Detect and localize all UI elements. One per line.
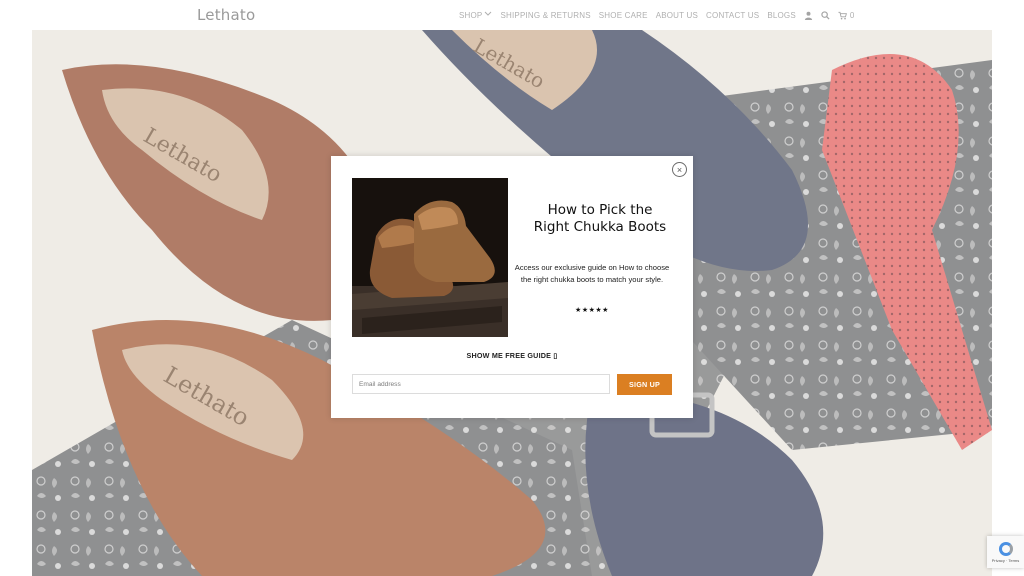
- chukka-boots-image: [352, 178, 508, 337]
- cart-button[interactable]: 0: [838, 11, 855, 20]
- main-nav: SHOP SHIPPING & RETURNS SHOE CARE ABOUT …: [459, 0, 855, 30]
- close-icon[interactable]: ×: [672, 162, 687, 177]
- nav-item-contact[interactable]: CONTACT US: [706, 11, 759, 20]
- nav-item-about[interactable]: ABOUT US: [656, 11, 698, 20]
- email-field[interactable]: [352, 374, 610, 394]
- user-icon[interactable]: [804, 11, 813, 20]
- promo-description: Access our exclusive guide on How to cho…: [514, 263, 670, 284]
- nav-label-shipping: SHIPPING & RETURNS: [500, 10, 591, 20]
- guide-popup: × How to Pick the Right Chukka Boots Acc…: [331, 156, 693, 418]
- recaptcha-text: Privacy · Terms: [991, 557, 1020, 563]
- cart-icon: [838, 11, 847, 20]
- nav-item-shipping[interactable]: SHIPPING & RETURNS: [500, 11, 590, 20]
- site-header: Lethato SHOP SHIPPING & RETURNS SHOE CAR…: [0, 0, 1024, 30]
- nav-item-blogs[interactable]: BLOGS: [767, 11, 796, 20]
- free-guide-link[interactable]: SHOW ME FREE GUIDE ▯: [331, 351, 693, 360]
- nav-label-shop: SHOP: [459, 10, 483, 20]
- site-logo[interactable]: Lethato: [197, 6, 255, 24]
- search-icon[interactable]: [821, 10, 830, 20]
- nav-label-shoe-care: SHOE CARE: [598, 10, 648, 20]
- promo-title-line-2: Right Chukka Boots: [533, 219, 667, 235]
- promo-title-line-1: How to Pick the: [547, 202, 653, 218]
- rating-stars: ★★★★★: [575, 307, 609, 314]
- recaptcha-badge[interactable]: Privacy · Terms: [987, 536, 1024, 568]
- recaptcha-icon: [998, 541, 1013, 556]
- sign-up-button[interactable]: SIGN UP: [617, 374, 672, 395]
- promo-title: How to Pick the Right Chukka Boots: [515, 202, 685, 236]
- cart-count: 0: [849, 10, 855, 20]
- nav-item-shoe-care[interactable]: SHOE CARE: [599, 11, 648, 20]
- nav-label-about: ABOUT US: [655, 10, 699, 20]
- nav-item-shop[interactable]: SHOP: [459, 11, 492, 20]
- nav-label-contact: CONTACT US: [706, 10, 760, 20]
- chevron-down-icon: [484, 11, 492, 19]
- nav-label-blogs: BLOGS: [767, 10, 796, 20]
